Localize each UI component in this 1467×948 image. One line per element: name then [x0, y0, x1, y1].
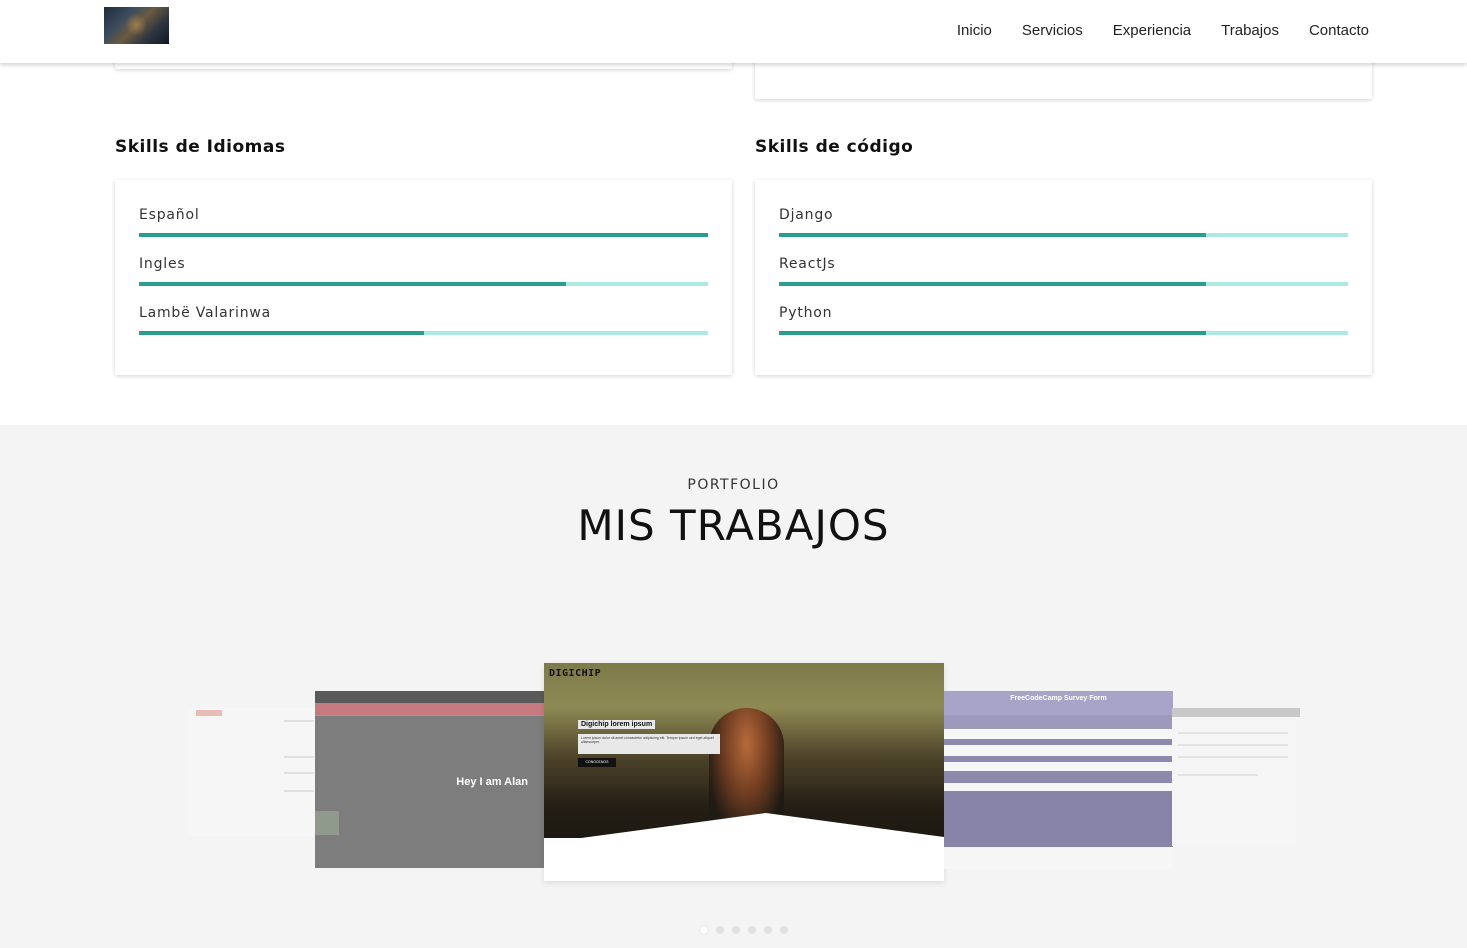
nav-link-inicio[interactable]: Inicio — [957, 22, 992, 39]
slide-white-wedge — [544, 813, 944, 881]
nav-link-contacto[interactable]: Contacto — [1309, 22, 1369, 39]
skill-bar — [779, 282, 1348, 286]
slide-block — [944, 791, 1173, 847]
slide-divider — [315, 715, 544, 716]
slide-text-line — [284, 790, 314, 792]
carousel-dot[interactable] — [748, 926, 756, 934]
portfolio-title: MIS TRABAJOS — [577, 501, 890, 550]
skill-label: Ingles — [139, 256, 186, 272]
carousel-slide-center[interactable]: DIGICHIP Digichip lorem ipsum Lorem ipsu… — [544, 663, 944, 881]
skill-bar — [139, 282, 708, 286]
skill-bar-fill — [779, 331, 1206, 335]
site-header: Inicio Servicios Experiencia Trabajos Co… — [0, 0, 1467, 63]
slide-heading: Digichip lorem ipsum — [578, 720, 656, 729]
carousel-dots — [700, 926, 788, 934]
nav-link-servicios[interactable]: Servicios — [1022, 22, 1083, 39]
carousel-slide-right[interactable]: FreeCodeCamp Survey Form — [944, 691, 1173, 869]
skill-bar-fill — [139, 282, 566, 286]
main-nav: Inicio Servicios Experiencia Trabajos Co… — [957, 22, 1369, 39]
nav-link-experiencia[interactable]: Experiencia — [1113, 22, 1191, 39]
carousel-slide-far-right[interactable] — [1172, 708, 1300, 846]
code-skills-card: Django ReactJs Python — [755, 180, 1372, 375]
skill-item: Django — [779, 207, 1348, 237]
slide-band — [315, 703, 544, 715]
language-skills-title: Skills de Idiomas — [115, 137, 286, 157]
slide-text-line — [284, 772, 314, 774]
skill-bar — [779, 331, 1348, 335]
carousel-dot[interactable] — [716, 926, 724, 934]
carousel-dot[interactable] — [732, 926, 740, 934]
skill-item: ReactJs — [779, 256, 1348, 286]
slide-topbar — [1172, 708, 1300, 717]
skill-label: Lambë Valarinwa — [139, 305, 272, 321]
slide-row — [944, 739, 1173, 745]
slide-row — [944, 715, 1173, 729]
slide-logo — [196, 710, 222, 716]
slide-text-line — [284, 756, 314, 758]
skill-item: Español — [139, 207, 708, 237]
slide-row — [944, 771, 1173, 783]
skill-bar-fill — [779, 282, 1206, 286]
skill-label: Español — [139, 207, 200, 223]
skill-bar — [139, 331, 708, 335]
carousel-slide-far-left[interactable] — [188, 708, 316, 836]
carousel-dot[interactable] — [700, 926, 708, 934]
slide-text-line — [1178, 774, 1258, 776]
slide-thumbnail — [315, 811, 339, 835]
slide-text-line — [1178, 756, 1288, 758]
skill-bar — [139, 233, 708, 237]
slide-right-title: FreeCodeCamp Survey Form — [1010, 695, 1107, 702]
slide-text-line — [284, 720, 314, 722]
nav-link-trabajos[interactable]: Trabajos — [1221, 22, 1279, 39]
skill-bar — [779, 233, 1348, 237]
code-skills-title: Skills de código — [755, 137, 914, 157]
slide-body: Lorem ipsum dolor sit amet consectetur a… — [578, 734, 720, 754]
site-logo[interactable] — [104, 7, 169, 44]
skill-bar-fill — [139, 233, 708, 237]
carousel-dot[interactable] — [780, 926, 788, 934]
slide-left-headline: Hey I am Alan — [456, 776, 528, 788]
skill-bar-fill — [139, 331, 424, 335]
skill-item: Lambë Valarinwa — [139, 305, 708, 335]
carousel-slide-left[interactable]: Hey I am Alan — [315, 691, 544, 868]
slide-text-line — [1178, 744, 1288, 746]
skill-label: Python — [779, 305, 833, 321]
slide-brand: DIGICHIP — [549, 668, 602, 679]
skill-item: Ingles — [139, 256, 708, 286]
skill-bar-fill — [779, 233, 1206, 237]
language-skills-card: Español Ingles Lambë Valarinwa — [115, 180, 732, 375]
skill-label: Django — [779, 207, 834, 223]
slide-row — [944, 756, 1173, 762]
slide-text-line — [1178, 732, 1288, 734]
skill-item: Python — [779, 305, 1348, 335]
slide-hero-figure — [709, 708, 784, 828]
slide-cta-button[interactable]: CONOCENOS — [578, 758, 616, 767]
carousel-dot[interactable] — [764, 926, 772, 934]
skill-label: ReactJs — [779, 256, 836, 272]
portfolio-subtitle: PORTFOLIO — [687, 477, 780, 493]
slide-topbar — [315, 691, 544, 703]
